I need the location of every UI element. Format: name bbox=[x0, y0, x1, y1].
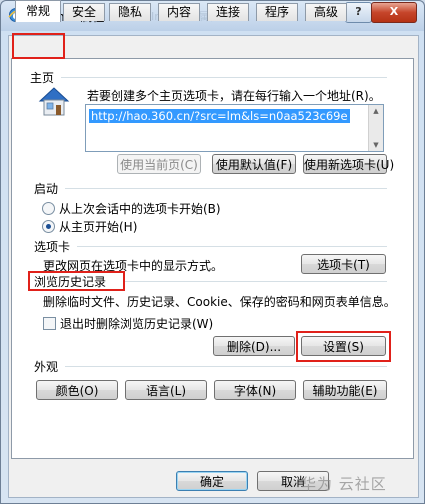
history-description: 删除临时文件、历史记录、Cookie、保存的密码和网页表单信息。 bbox=[43, 295, 396, 309]
scroll-down-icon[interactable]: ▼ bbox=[369, 139, 383, 151]
use-new-tab-button[interactable]: 使用新选项卡(U) bbox=[303, 154, 394, 174]
tab-privacy[interactable]: 隐私 bbox=[109, 3, 151, 21]
tab-connections[interactable]: 连接 bbox=[207, 3, 249, 21]
tabs-settings-button[interactable]: 选项卡(T) bbox=[301, 254, 386, 274]
startup-separator bbox=[65, 188, 387, 189]
tab-security[interactable]: 安全 bbox=[63, 3, 105, 21]
startup-last-session-label: 从上次会话中的选项卡开始(B) bbox=[59, 202, 221, 216]
startup-homepage-label: 从主页开始(H) bbox=[59, 220, 138, 234]
startup-last-session-radio[interactable] bbox=[42, 202, 55, 215]
use-current-button[interactable]: 使用当前页(C) bbox=[117, 154, 201, 174]
startup-section-label: 启动 bbox=[34, 182, 59, 196]
homepage-url-text: http://hao.360.cn/?src=lm&ls=n0aa523c69e bbox=[89, 109, 350, 123]
tabs-separator bbox=[77, 246, 387, 247]
tab-general[interactable]: 常规 bbox=[15, 0, 61, 22]
delete-on-exit-checkbox[interactable] bbox=[43, 317, 56, 330]
help-button[interactable]: ? bbox=[345, 2, 372, 23]
appearance-section-label: 外观 bbox=[34, 360, 59, 374]
tab-advanced[interactable]: 高级 bbox=[305, 3, 347, 21]
highlight-settings-button bbox=[296, 331, 391, 362]
fonts-button[interactable]: 字体(N) bbox=[214, 380, 296, 400]
highlight-general-tab bbox=[12, 33, 65, 59]
delete-on-exit-label: 退出时删除浏览历史记录(W) bbox=[60, 317, 214, 331]
homepage-section-label: 主页 bbox=[30, 71, 55, 85]
scroll-up-icon[interactable]: ▲ bbox=[369, 105, 383, 117]
startup-homepage-radio[interactable] bbox=[42, 220, 55, 233]
homepage-url-textarea[interactable]: http://hao.360.cn/?src=lm&ls=n0aa523c69e… bbox=[85, 104, 384, 152]
ok-button[interactable]: 确定 bbox=[176, 471, 248, 491]
watermark: 华为 云社区 bbox=[301, 475, 387, 493]
accessibility-button[interactable]: 辅助功能(E) bbox=[303, 380, 387, 400]
tab-content[interactable]: 内容 bbox=[158, 3, 200, 21]
history-separator bbox=[125, 281, 387, 282]
delete-history-button[interactable]: 删除(D)... bbox=[213, 336, 295, 356]
internet-options-window: e Internet 属性 Internet 属性 ? X 常规 安全 隐私 内… bbox=[0, 0, 425, 504]
homepage-instruction: 若要创建多个主页选项卡，请在每行输入一个地址(R)。 bbox=[87, 89, 381, 103]
url-scrollbar[interactable]: ▲ ▼ bbox=[368, 105, 383, 151]
tabs-section-label: 选项卡 bbox=[34, 240, 71, 254]
colors-button[interactable]: 颜色(O) bbox=[36, 380, 118, 400]
tab-programs[interactable]: 程序 bbox=[256, 3, 298, 21]
languages-button[interactable]: 语言(L) bbox=[125, 380, 207, 400]
home-icon bbox=[38, 87, 70, 116]
appearance-separator bbox=[65, 366, 387, 367]
homepage-separator bbox=[61, 77, 387, 78]
close-button[interactable]: X bbox=[371, 2, 417, 23]
highlight-history-label bbox=[28, 271, 125, 291]
use-default-button[interactable]: 使用默认值(F) bbox=[212, 154, 296, 174]
